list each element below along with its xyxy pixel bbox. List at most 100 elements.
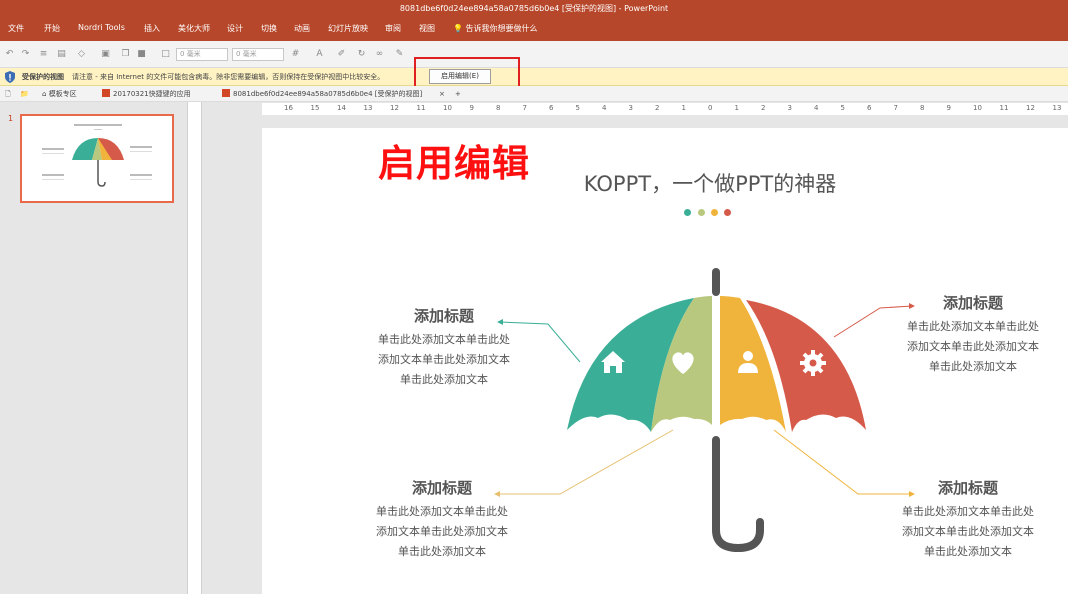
link-icon[interactable]: ∞: [374, 49, 385, 60]
ruler-tick-label: 14: [337, 104, 346, 112]
item-body-bottom-left[interactable]: 单击此处添加文本单击此处 添加文本单击此处添加文本 单击此处添加文本: [362, 502, 522, 562]
ruler-tick-label: 4: [602, 104, 607, 112]
body-line: 单击此处添加文本: [398, 545, 486, 558]
outline-icon[interactable]: □: [160, 49, 171, 60]
item-title-bottom-left[interactable]: 添加标题: [367, 477, 517, 498]
item-title-top-left[interactable]: 添加标题: [369, 305, 519, 326]
quick-toolbar: ↶ ↷ ≡ ▤ ◇ ▣ ❐ ■ □ 0 毫米 0 毫米 # A ✐ ↻ ∞ ✎: [0, 41, 1068, 68]
ruler-tick-label: 16: [284, 104, 293, 112]
ruler-tick-label: 7: [522, 104, 527, 112]
slide-thumbnail-pane: 1: [0, 102, 188, 594]
fill-icon[interactable]: ■: [136, 49, 147, 60]
ruler-tick-label: 5: [575, 104, 580, 112]
hash-icon[interactable]: #: [290, 49, 301, 60]
ruler-tick-label: 12: [390, 104, 399, 112]
horizontal-ruler[interactable]: 16 15 14 13 12 11 10 9 8 7 6 5 4 3 2 1 0 1 2 3 4 5 6 7 8 9 10 11 12 1…: [262, 103, 1068, 115]
umbrella-handle: [712, 436, 764, 553]
lightbulb-icon: 💡: [453, 24, 463, 33]
menu-insert[interactable]: 插入: [144, 23, 160, 34]
body-line: 添加文本单击此处添加文本: [902, 525, 1034, 538]
ruler-tick-label: 4: [814, 104, 819, 112]
ruler-tick-label: 15: [310, 104, 320, 112]
ruler-tick-label: 2: [655, 104, 660, 112]
menu-design[interactable]: 设计: [227, 23, 243, 34]
menu-animations[interactable]: 动画: [294, 23, 310, 34]
ribbon-menu: 文件 开始 Nordri Tools 插入 美化大师 设计 切换 动画 幻灯片放…: [0, 17, 1068, 41]
width-input[interactable]: 0 毫米: [176, 48, 228, 61]
font-color-icon[interactable]: A: [314, 49, 325, 60]
eyedropper-icon[interactable]: ✐: [336, 49, 347, 60]
window-titlebar: 8081dbe6f0d24ee894a58a0785d6b0e4 [受保护的视图…: [0, 0, 1068, 17]
protected-view-bar: 受保护的视图 请注意 - 来自 Internet 的文件可能包含病毒。除非您需要…: [0, 68, 1068, 86]
ruler-tick-label: 7: [893, 104, 898, 112]
tab-templates[interactable]: ⌂ 模板专区: [42, 86, 77, 102]
menu-beautify[interactable]: 美化大师: [178, 23, 210, 34]
item-title-top-right[interactable]: 添加标题: [898, 292, 1048, 313]
protected-view-message: 请注意 - 来自 Internet 的文件可能包含病毒。除非您需要编辑，否则保持…: [72, 73, 385, 81]
slide-thumbnail[interactable]: [20, 114, 174, 203]
item-body-top-left[interactable]: 单击此处添加文本单击此处 添加文本单击此处添加文本 单击此处添加文本: [364, 330, 524, 390]
undo-icon[interactable]: ↶: [4, 49, 15, 60]
align-icon[interactable]: ≡: [38, 49, 49, 60]
protected-view-title: 受保护的视图: [22, 73, 64, 81]
vertical-ruler[interactable]: [188, 102, 202, 594]
ruler-tick-label: 11: [999, 104, 1009, 112]
edit-icon[interactable]: ✎: [394, 49, 405, 60]
body-line: 添加文本单击此处添加文本: [907, 340, 1039, 353]
ruler-tick-label: 9: [946, 104, 951, 112]
body-line: 单击此处添加文本单击此处: [902, 505, 1034, 518]
ruler-tick-label: 6: [867, 104, 872, 112]
powerpoint-icon: [222, 89, 230, 97]
shape-icon[interactable]: ◇: [76, 49, 87, 60]
ruler-tick-label: 13: [1052, 104, 1062, 112]
item-body-bottom-right[interactable]: 单击此处添加文本单击此处 添加文本单击此处添加文本 单击此处添加文本: [888, 502, 1048, 562]
menu-review[interactable]: 审阅: [385, 23, 401, 34]
ruler-tick-label: 3: [787, 104, 792, 112]
body-line: 单击此处添加文本单击此处: [376, 505, 508, 518]
rotate-icon[interactable]: ↻: [356, 49, 367, 60]
menu-home[interactable]: 开始: [44, 23, 60, 34]
slide-number: 1: [8, 114, 14, 123]
ruler-tick-label: 1: [681, 104, 686, 112]
ruler-tick-label: 8: [496, 104, 501, 112]
body-line: 单击此处添加文本: [929, 360, 1017, 373]
new-doc-icon[interactable]: 🗋: [5, 86, 11, 102]
menu-file[interactable]: 文件: [8, 23, 24, 34]
tell-me-box[interactable]: 💡 告诉我你想要做什么: [453, 23, 538, 34]
folder-icon[interactable]: 📁: [20, 86, 29, 102]
body-line: 添加文本单击此处添加文本: [376, 525, 508, 538]
ruler-tick-label: 3: [628, 104, 633, 112]
body-line: 单击此处添加文本: [924, 545, 1012, 558]
connector-bottom-right: [773, 429, 912, 495]
body-line: 添加文本单击此处添加文本: [378, 353, 510, 366]
item-title-bottom-right[interactable]: 添加标题: [893, 477, 1043, 498]
ruler-tick-label: 0: [708, 104, 713, 112]
height-input[interactable]: 0 毫米: [232, 48, 284, 61]
shield-icon: [5, 71, 15, 83]
format-icon[interactable]: ▤: [56, 49, 67, 60]
ruler-tick-label: 2: [761, 104, 766, 112]
body-line: 单击此处添加文本单击此处: [378, 333, 510, 346]
tab-close-icon[interactable]: ×: [439, 86, 445, 102]
menu-nordri-tools[interactable]: Nordri Tools: [78, 23, 125, 32]
tab-document-2[interactable]: 8081dbe6f0d24ee894a58a0785d6b0e4 [受保护的视图…: [222, 86, 422, 102]
ruler-tick-label: 6: [549, 104, 554, 112]
ruler-tick-label: 12: [1026, 104, 1035, 112]
ruler-tick-label: 9: [469, 104, 474, 112]
arrange-icon[interactable]: ▣: [100, 49, 111, 60]
new-tab-icon[interactable]: +: [455, 86, 461, 102]
document-tabs: 🗋 📁 ⌂ 模板专区 20170321快捷键的应用 8081dbe6f0d24e…: [0, 86, 1068, 102]
thumbnail-preview: [42, 124, 152, 187]
menu-slideshow[interactable]: 幻灯片放映: [328, 23, 368, 34]
ruler-tick-label: 1: [734, 104, 739, 112]
ruler-tick-label: 13: [363, 104, 373, 112]
menu-transitions[interactable]: 切换: [261, 23, 277, 34]
group-icon[interactable]: ❐: [120, 49, 131, 60]
menu-view[interactable]: 视图: [419, 23, 435, 34]
powerpoint-icon: [102, 89, 110, 97]
tab-document-1[interactable]: 20170321快捷键的应用: [102, 86, 191, 102]
item-body-top-right[interactable]: 单击此处添加文本单击此处 添加文本单击此处添加文本 单击此处添加文本: [893, 317, 1053, 377]
connector-bottom-left: [497, 429, 674, 495]
ruler-tick-label: 8: [920, 104, 925, 112]
redo-icon[interactable]: ↷: [20, 49, 31, 60]
